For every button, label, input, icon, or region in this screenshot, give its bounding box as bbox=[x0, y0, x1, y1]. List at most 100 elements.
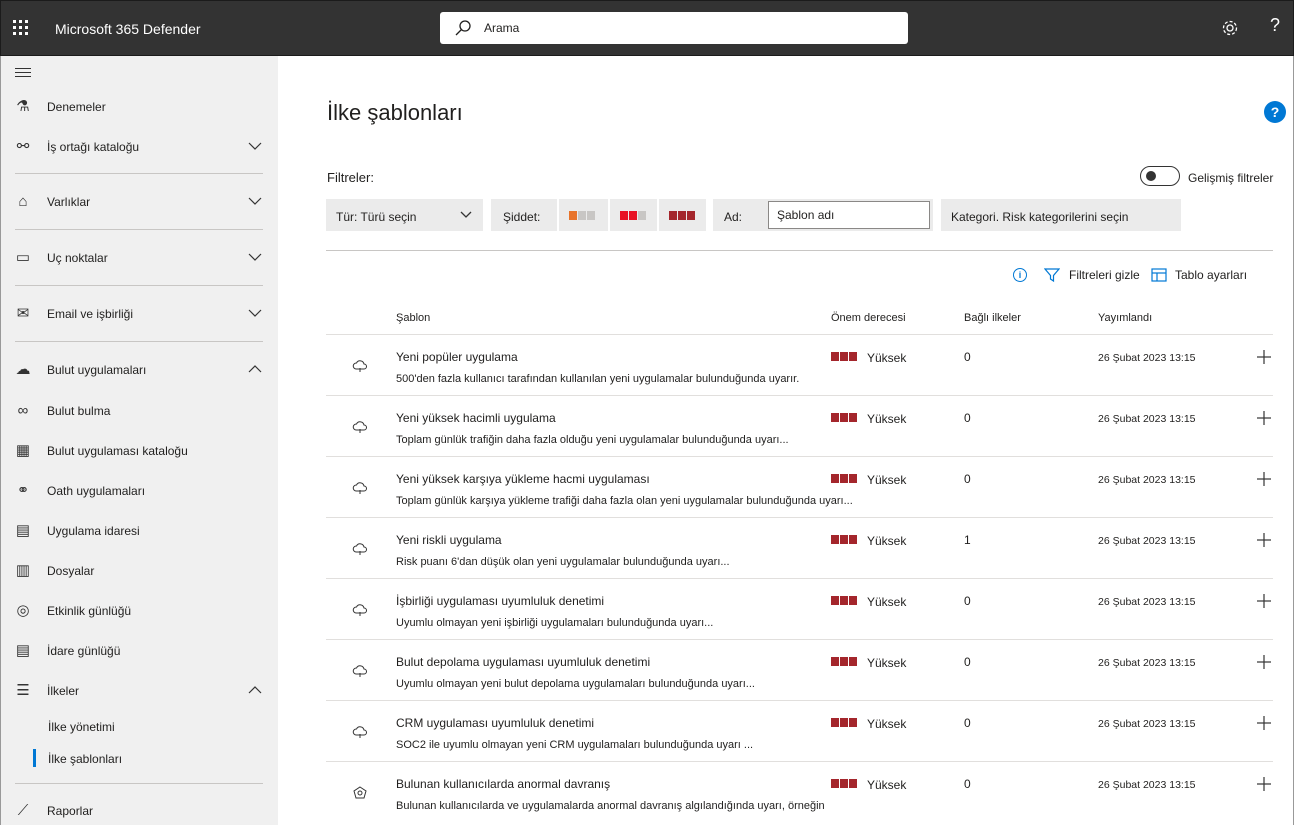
chevron-down-icon[interactable] bbox=[248, 307, 262, 319]
severity-high-icon bbox=[831, 413, 857, 422]
table-row[interactable]: Bulut depolama uygulaması uyumluluk dene… bbox=[326, 639, 1273, 700]
column-header-linked-policies[interactable]: Bağlı ilkeler bbox=[964, 312, 1021, 324]
search-input[interactable]: Arama bbox=[484, 21, 519, 35]
template-description: SOC2 ile uyumlu olmayan yeni CRM uygulam… bbox=[396, 739, 754, 751]
table-settings-button[interactable]: Tablo ayarları bbox=[1175, 268, 1247, 282]
linked-policies-count: 0 bbox=[964, 716, 971, 730]
sidebar-item-label: Denemeler bbox=[47, 100, 106, 114]
table-row[interactable]: İşbirliği uygulaması uyumluluk denetimi U… bbox=[326, 578, 1273, 639]
filter-icon[interactable] bbox=[1044, 267, 1060, 283]
template-title[interactable]: Yeni yüksek hacimli uygulama bbox=[396, 411, 556, 425]
gear-icon[interactable] bbox=[1220, 18, 1240, 38]
hide-filters-button[interactable]: Filtreleri gizle bbox=[1069, 268, 1140, 282]
sliders-icon: ☰ bbox=[16, 682, 30, 699]
column-header-template[interactable]: Şablon bbox=[396, 312, 430, 324]
hamburger-icon[interactable] bbox=[15, 68, 31, 78]
add-icon[interactable] bbox=[1256, 593, 1272, 609]
sidebar-item-label: İdare günlüğü bbox=[47, 644, 121, 658]
template-description: Toplam günlük trafiğin daha fazla olduğu… bbox=[396, 434, 789, 446]
catalog-icon: ▦ bbox=[15, 442, 31, 459]
severity-label: Yüksek bbox=[867, 656, 907, 670]
published-date: 26 Şubat 2023 13:15 bbox=[1098, 596, 1196, 608]
table-row[interactable]: Yeni yüksek hacimli uygulama Toplam günlü… bbox=[326, 395, 1273, 456]
sidebar-item-policies[interactable]: ☰ İlkeler bbox=[1, 676, 279, 706]
sidebar-item-label: Varlıklar bbox=[47, 195, 91, 209]
app-launcher-icon[interactable] bbox=[13, 20, 29, 36]
sidebar-item-cloud-discovery[interactable]: ∞ Bulut bulma bbox=[1, 396, 279, 426]
chevron-up-icon[interactable] bbox=[248, 684, 262, 696]
table-row[interactable]: Bulunan kullanıcılarda anormal davranış B… bbox=[326, 761, 1273, 822]
filters-label: Filtreler: bbox=[327, 170, 374, 185]
sidebar: ⚗ Denemeler ⚯ İş ortağı kataloğu ⌂ Varlı… bbox=[0, 56, 278, 825]
advanced-filters-toggle[interactable] bbox=[1140, 166, 1180, 186]
sidebar-item-cloud-apps[interactable]: ☁ Bulut uygulamaları bbox=[1, 355, 279, 385]
help-icon[interactable]: ? bbox=[1270, 15, 1280, 36]
add-icon[interactable] bbox=[1256, 532, 1272, 548]
info-icon[interactable]: i bbox=[1013, 268, 1027, 282]
sidebar-item-email-collaboration[interactable]: ✉ Email ve işbirliği bbox=[1, 299, 279, 329]
page-title: İlke şablonları bbox=[327, 100, 463, 125]
add-icon[interactable] bbox=[1256, 471, 1272, 487]
sidebar-item-label: Email ve işbirliği bbox=[47, 307, 134, 321]
sidebar-item-label: Uç noktalar bbox=[47, 251, 108, 265]
app-title[interactable]: Microsoft 365 Defender bbox=[55, 21, 201, 37]
template-title[interactable]: CRM uygulaması uyumluluk denetimi bbox=[396, 716, 594, 730]
table-row[interactable]: Yeni riskli uygulama Risk puanı 6'dan düş… bbox=[326, 517, 1273, 578]
column-header-published[interactable]: Yayımlandı bbox=[1098, 312, 1152, 324]
severity-high-option[interactable] bbox=[657, 199, 705, 231]
table-row[interactable]: Yeni popüler uygulama 500'den fazla kulla… bbox=[326, 334, 1273, 395]
add-icon[interactable] bbox=[1256, 349, 1272, 365]
chevron-down-icon[interactable] bbox=[248, 140, 262, 152]
search-box[interactable]: Arama bbox=[440, 12, 908, 44]
add-icon[interactable] bbox=[1256, 410, 1272, 426]
severity-filter-label: Şiddet: bbox=[503, 210, 541, 224]
sidebar-item-label: İlke yönetimi bbox=[48, 720, 115, 734]
sidebar-item-reports[interactable]: ⟋ Raporlar bbox=[1, 796, 279, 825]
sidebar-item-activity-log[interactable]: ◎ Etkinlik günlüğü bbox=[1, 596, 279, 626]
linked-policies-count: 0 bbox=[964, 777, 971, 791]
sidebar-item-oauth-apps[interactable]: ⚭ Oath uygulamaları bbox=[1, 476, 279, 506]
template-title[interactable]: Bulut depolama uygulaması uyumluluk dene… bbox=[396, 655, 650, 669]
name-filter-input[interactable] bbox=[768, 201, 930, 229]
chevron-up-icon[interactable] bbox=[248, 363, 262, 375]
severity-low-option[interactable] bbox=[557, 199, 605, 231]
severity-high-icon bbox=[831, 352, 857, 361]
table-row[interactable]: CRM uygulaması uyumluluk denetimi SOC2 il… bbox=[326, 700, 1273, 761]
column-header-severity[interactable]: Önem derecesi bbox=[831, 312, 906, 324]
template-title[interactable]: Yeni riskli uygulama bbox=[396, 533, 502, 547]
name-filter-label: Ad: bbox=[724, 210, 743, 224]
add-icon[interactable] bbox=[1256, 776, 1272, 792]
sidebar-item-app-governance[interactable]: ▤ Uygulama idaresi bbox=[1, 516, 279, 546]
divider bbox=[15, 229, 263, 230]
severity-high-icon bbox=[831, 779, 857, 788]
chevron-down-icon bbox=[460, 211, 472, 218]
severity-high-icon bbox=[831, 657, 857, 666]
category-filter-dropdown[interactable]: Kategori. Risk kategorilerini seçin bbox=[941, 199, 1181, 231]
sidebar-item-governance-log[interactable]: ▤ İdare günlüğü bbox=[1, 636, 279, 666]
sidebar-item-trials[interactable]: ⚗ Denemeler bbox=[1, 92, 279, 122]
add-icon[interactable] bbox=[1256, 715, 1272, 731]
template-title[interactable]: Yeni yüksek karşıya yükleme hacmi uygula… bbox=[396, 472, 650, 486]
sidebar-item-assets[interactable]: ⌂ Varlıklar bbox=[1, 187, 279, 217]
template-title[interactable]: Bulunan kullanıcılarda anormal davranış bbox=[396, 777, 610, 791]
table-settings-icon[interactable] bbox=[1151, 267, 1167, 283]
sidebar-item-cloud-app-catalog[interactable]: ▦ Bulut uygulaması kataloğu bbox=[1, 436, 279, 466]
sidebar-item-policy-templates[interactable]: İlke şablonları bbox=[1, 746, 279, 772]
divider bbox=[15, 285, 263, 286]
help-icon[interactable]: ? bbox=[1264, 101, 1286, 123]
template-description: Toplam günlük karşıya yükleme trafiği da… bbox=[396, 495, 853, 507]
template-title[interactable]: Yeni popüler uygulama bbox=[396, 350, 518, 364]
sidebar-item-partner-catalog[interactable]: ⚯ İş ortağı kataloğu bbox=[1, 132, 279, 162]
severity-medium-option[interactable] bbox=[608, 199, 656, 231]
sidebar-item-label: İlkeler bbox=[47, 684, 80, 698]
table-row[interactable]: Yeni yüksek karşıya yükleme hacmi uygula… bbox=[326, 456, 1273, 517]
chevron-down-icon[interactable] bbox=[248, 195, 262, 207]
sidebar-item-policy-management[interactable]: İlke yönetimi bbox=[1, 714, 279, 740]
chevron-down-icon[interactable] bbox=[248, 251, 262, 263]
sidebar-item-files[interactable]: ▥ Dosyalar bbox=[1, 556, 279, 586]
add-icon[interactable] bbox=[1256, 654, 1272, 670]
severity-low-icon bbox=[569, 211, 595, 220]
type-filter-dropdown[interactable]: Tür: Türü seçin bbox=[326, 199, 483, 231]
sidebar-item-endpoints[interactable]: ▭ Uç noktalar bbox=[1, 243, 279, 273]
template-title[interactable]: İşbirliği uygulaması uyumluluk denetimi bbox=[396, 594, 604, 608]
